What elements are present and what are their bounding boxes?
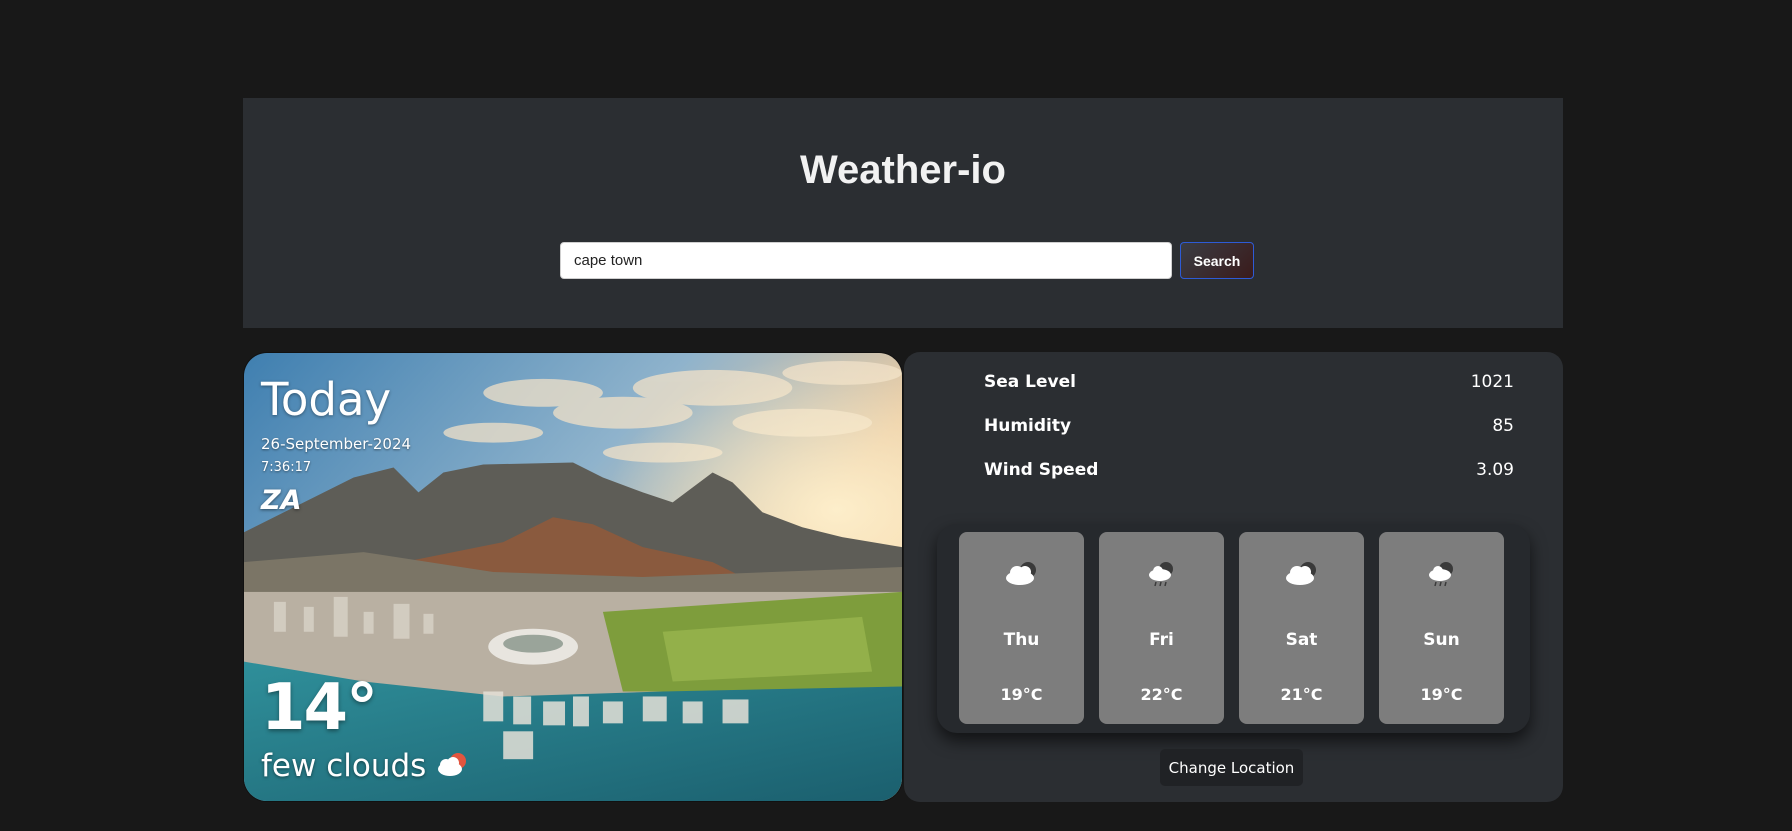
stat-label: Wind Speed <box>984 460 1099 480</box>
forecast-temperature: 19°C <box>1420 685 1463 704</box>
forecast-day-card: Thu 19°C <box>959 532 1084 724</box>
forecast-day-card: Sun 19°C <box>1379 532 1504 724</box>
forecast-day-card: Fri 22°C <box>1099 532 1224 724</box>
cloud-rain-icon <box>1099 560 1224 590</box>
date-label: 26-September-2024 <box>261 435 412 453</box>
forecast-day-name: Thu <box>1003 630 1040 650</box>
stat-label: Sea Level <box>984 372 1076 392</box>
details-card: Sea Level 1021 Humidity 85 Wind Speed 3.… <box>904 352 1563 802</box>
cloud-sun-icon <box>434 750 468 783</box>
today-label: Today <box>261 373 392 426</box>
forecast-temperature: 19°C <box>1000 685 1043 704</box>
time-label: 7:36:17 <box>261 460 312 475</box>
condition-row: few clouds <box>261 748 468 784</box>
forecast-temperature: 21°C <box>1280 685 1323 704</box>
stat-row-wind-speed: Wind Speed 3.09 <box>984 457 1514 483</box>
app-title: Weather-io <box>800 148 1006 192</box>
cloud-rain-icon <box>1379 560 1504 590</box>
search-button[interactable]: Search <box>1180 242 1254 279</box>
forecast-day-card: Sat 21°C <box>1239 532 1364 724</box>
current-temperature: 14° <box>261 671 378 745</box>
condition-label: few clouds <box>261 748 427 784</box>
stat-row-humidity: Humidity 85 <box>984 413 1514 439</box>
stat-value: 1021 <box>1470 372 1514 392</box>
stat-value: 3.09 <box>1476 460 1514 480</box>
cloud-icon <box>959 560 1084 590</box>
stat-label: Humidity <box>984 416 1072 436</box>
change-location-button[interactable]: Change Location <box>1160 749 1303 786</box>
forecast-panel: Thu 19°C Fri 22°C Sat 21°C Sun 19°C <box>937 524 1530 733</box>
forecast-day-name: Sat <box>1285 630 1318 650</box>
forecast-temperature: 22°C <box>1140 685 1183 704</box>
search-input[interactable] <box>560 242 1172 279</box>
cloud-icon <box>1239 560 1364 590</box>
forecast-day-name: Fri <box>1149 630 1174 650</box>
forecast-day-name: Sun <box>1423 630 1460 650</box>
today-card: Today 26-September-2024 7:36:17 ZA 14° f… <box>243 352 903 802</box>
stat-row-sea-level: Sea Level 1021 <box>984 369 1514 395</box>
header-panel: Weather-io Search <box>243 98 1563 328</box>
country-code: ZA <box>261 485 302 516</box>
stat-value: 85 <box>1492 416 1514 436</box>
